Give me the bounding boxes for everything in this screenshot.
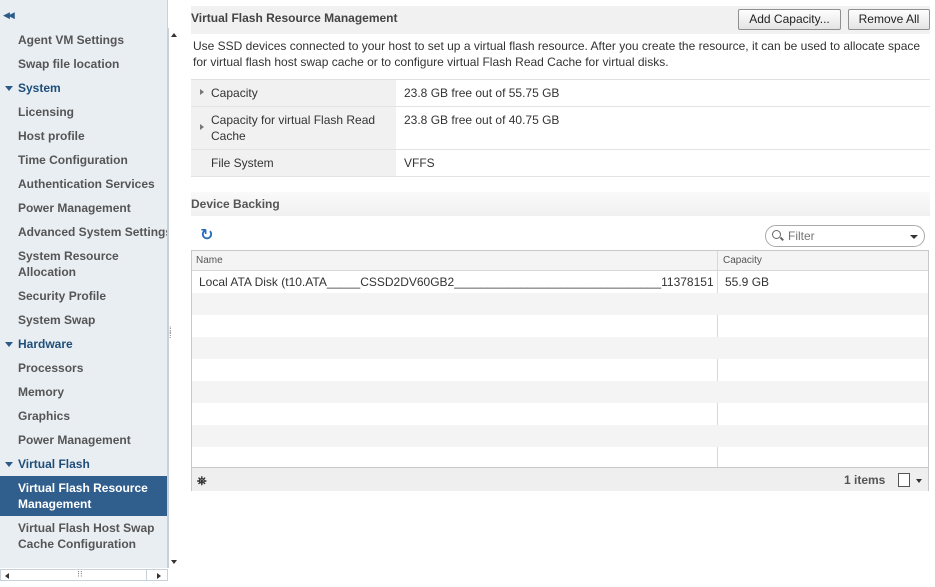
section-title: Device Backing: [191, 197, 280, 211]
sidebar: ◀◀ Agent VM Settings Swap file location …: [0, 0, 179, 587]
property-row-file-system: File System VFFS: [191, 150, 930, 177]
page-title: Virtual Flash Resource Management: [191, 11, 398, 25]
sidebar-item-advanced-system-settings[interactable]: Advanced System Settings: [0, 220, 167, 244]
sidebar-item-power-management[interactable]: Power Management: [0, 196, 167, 220]
sidebar-item-virtual-flash-resource-management[interactable]: Virtual Flash Resource Management: [0, 476, 167, 516]
sidebar-item-system-swap[interactable]: System Swap: [0, 308, 167, 332]
grid-footer: ⛯ 1 items: [192, 467, 928, 491]
empty-row: [192, 293, 928, 315]
property-key-label: File System: [211, 156, 274, 170]
binoculars-icon[interactable]: ⛯: [197, 474, 207, 489]
column-header-capacity[interactable]: Capacity: [723, 255, 762, 266]
chevron-down-icon[interactable]: [916, 479, 922, 483]
header-bar: Virtual Flash Resource Management Add Ca…: [191, 6, 930, 34]
filter-box[interactable]: [765, 225, 925, 247]
sidebar-panel: ◀◀ Agent VM Settings Swap file location …: [0, 0, 168, 568]
device-backing-header: Device Backing: [191, 192, 930, 216]
description-text: Use SSD devices connected to your host t…: [193, 39, 921, 69]
properties-table: Capacity 23.8 GB free out of 55.75 GB Ca…: [191, 79, 930, 177]
empty-row: [192, 315, 928, 337]
property-value: 23.8 GB free out of 55.75 GB: [404, 86, 560, 100]
device-grid: Name Capacity Local ATA Disk (t10.ATA___…: [191, 250, 929, 491]
cell-name: Local ATA Disk (t10.ATA_____CSSD2DV60GB2…: [199, 275, 714, 289]
sidebar-item-host-profile[interactable]: Host profile: [0, 124, 167, 148]
property-key: File System: [191, 150, 396, 176]
sidebar-item-security-profile[interactable]: Security Profile: [0, 284, 167, 308]
sidebar-group-label: System: [18, 81, 61, 95]
search-icon: [772, 230, 781, 239]
sidebar-item-system-resource-allocation[interactable]: System Resource Allocation: [0, 244, 167, 284]
sidebar-group-label: Virtual Flash: [18, 457, 90, 471]
sidebar-item-licensing[interactable]: Licensing: [0, 100, 167, 124]
grid-header: Name Capacity: [192, 251, 928, 271]
table-row[interactable]: Local ATA Disk (t10.ATA_____CSSD2DV60GB2…: [192, 271, 928, 293]
sidebar-item-memory[interactable]: Memory: [0, 380, 167, 404]
property-value: 23.8 GB free out of 40.75 GB: [404, 113, 560, 127]
scroll-thumb-grip-icon[interactable]: ⁝⁝: [77, 569, 83, 580]
refresh-icon[interactable]: ↻: [200, 228, 216, 244]
collapse-double-chevron-icon[interactable]: ◀◀: [3, 11, 15, 20]
empty-row: [192, 337, 928, 359]
caret-down-icon[interactable]: [5, 86, 13, 91]
property-row-capacity[interactable]: Capacity 23.8 GB free out of 55.75 GB: [191, 80, 930, 107]
item-count: 1 items: [844, 473, 886, 487]
sidebar-group-hardware[interactable]: Hardware: [0, 332, 167, 356]
sidebar-vertical-scrollbar[interactable]: [168, 28, 179, 568]
sidebar-item-agent-vm-settings[interactable]: Agent VM Settings: [0, 28, 167, 52]
sidebar-item-time-configuration[interactable]: Time Configuration: [0, 148, 167, 172]
scroll-down-arrow-icon[interactable]: [171, 560, 177, 564]
scroll-left-arrow-icon[interactable]: [5, 573, 9, 579]
filter-input[interactable]: [788, 228, 898, 244]
scroll-right-arrow-icon[interactable]: [157, 573, 161, 579]
property-key: Capacity for virtual Flash Read Cache: [191, 107, 396, 149]
property-value: VFFS: [404, 156, 435, 170]
splitter-grip-icon[interactable]: ⁞ ⁞: [169, 326, 177, 340]
sidebar-group-virtual-flash[interactable]: Virtual Flash: [0, 452, 167, 476]
expand-triangle-icon[interactable]: [200, 89, 204, 95]
sidebar-group-system[interactable]: System: [0, 76, 167, 100]
sidebar-item-processors[interactable]: Processors: [0, 356, 167, 380]
sidebar-item-power-management-hw[interactable]: Power Management: [0, 428, 167, 452]
scroll-thumb-edge: [146, 570, 147, 580]
sidebar-top: ◀◀: [0, 0, 167, 28]
sidebar-list: Agent VM Settings Swap file location Sys…: [0, 28, 167, 556]
property-key-label: Capacity for virtual Flash Read Cache: [211, 113, 376, 143]
sidebar-horizontal-scrollbar[interactable]: ⁝⁝: [0, 569, 168, 581]
expand-triangle-icon[interactable]: [200, 124, 204, 130]
empty-row: [192, 359, 928, 381]
export-icon[interactable]: [898, 473, 910, 487]
sidebar-item-authentication-services[interactable]: Authentication Services: [0, 172, 167, 196]
property-key-label: Capacity: [211, 86, 258, 100]
scroll-up-arrow-icon[interactable]: [171, 33, 177, 37]
empty-row: [192, 403, 928, 425]
sidebar-item-swap-file-location[interactable]: Swap file location: [0, 52, 167, 76]
caret-down-icon[interactable]: [5, 462, 13, 467]
empty-row: [192, 447, 928, 469]
chevron-down-icon[interactable]: [910, 235, 918, 239]
caret-down-icon[interactable]: [5, 342, 13, 347]
property-key: Capacity: [191, 80, 396, 106]
sidebar-group-label: Hardware: [18, 337, 73, 351]
grid-rows: Local ATA Disk (t10.ATA_____CSSD2DV60GB2…: [192, 271, 928, 469]
main-content: Virtual Flash Resource Management Add Ca…: [183, 0, 935, 587]
sidebar-item-graphics[interactable]: Graphics: [0, 404, 167, 428]
remove-all-button[interactable]: Remove All: [848, 9, 930, 30]
column-header-name[interactable]: Name: [196, 255, 223, 266]
sidebar-item-virtual-flash-host-swap-cache[interactable]: Virtual Flash Host Swap Cache Configurat…: [0, 516, 167, 556]
empty-row: [192, 425, 928, 447]
add-capacity-button[interactable]: Add Capacity...: [738, 9, 841, 30]
property-row-vflash-read-cache[interactable]: Capacity for virtual Flash Read Cache 23…: [191, 107, 930, 150]
cell-capacity: 55.9 GB: [725, 275, 770, 289]
empty-row: [192, 381, 928, 403]
